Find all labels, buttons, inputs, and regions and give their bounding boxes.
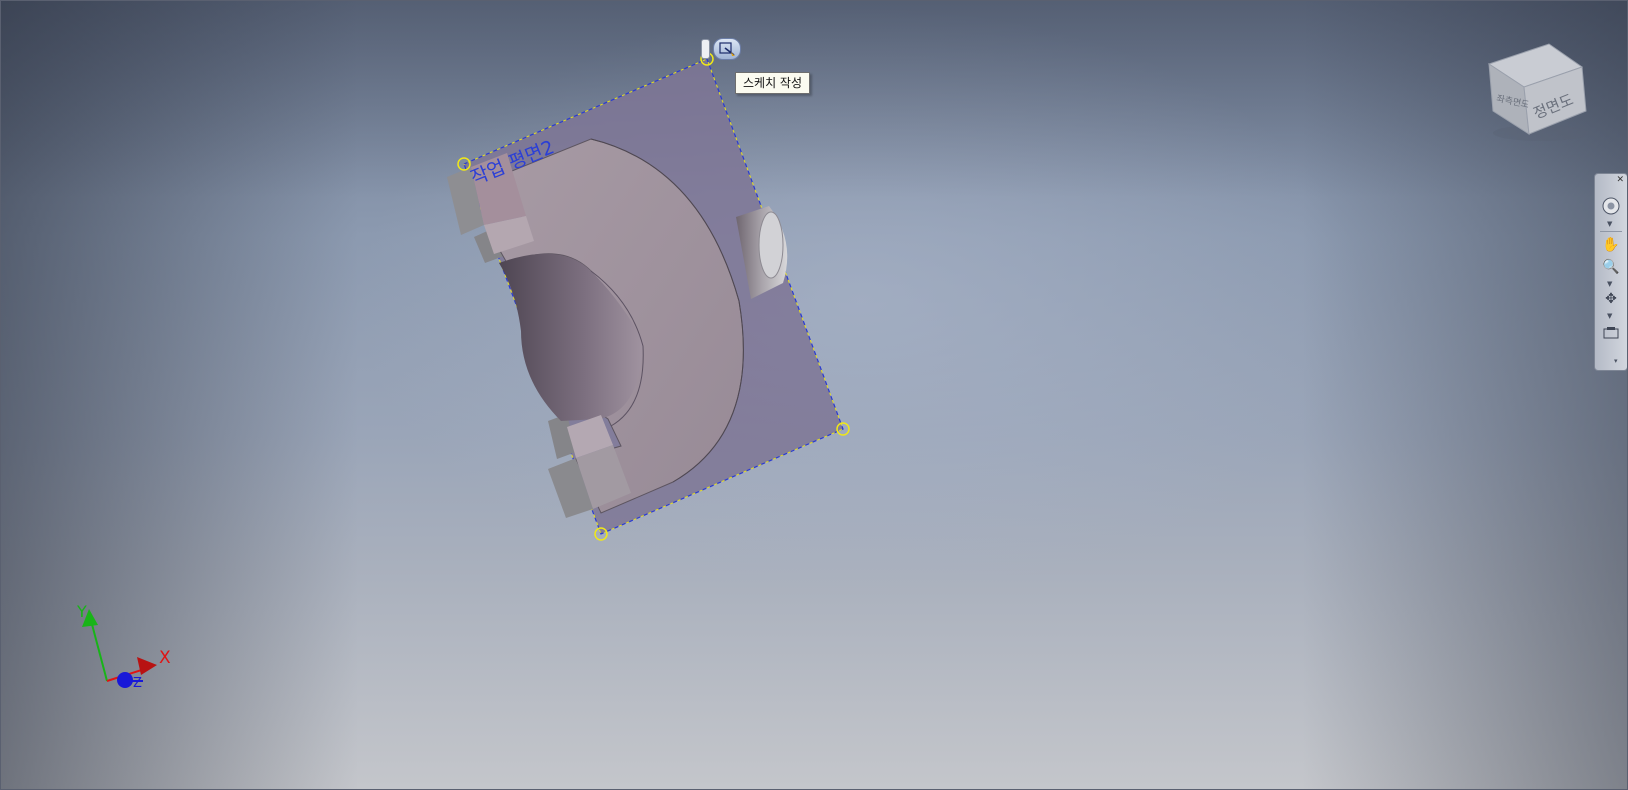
orbit-icon[interactable]: ✥	[1600, 289, 1622, 309]
navigation-bar: ✕ ▼ ✋ 🔍 ▼ ✥ ▼ ▾	[1594, 173, 1627, 371]
viewcube[interactable]: 정면도 좌측면도	[1479, 39, 1594, 144]
x-axis-cone	[137, 657, 157, 675]
mini-toolbar-grip[interactable]	[701, 39, 710, 59]
create-sketch-icon	[719, 42, 735, 56]
create-sketch-button[interactable]	[713, 38, 741, 60]
look-at-icon[interactable]	[1600, 323, 1622, 343]
cylinder-boss-end	[758, 211, 784, 279]
x-axis-label: X	[159, 648, 171, 668]
navbar-close-icon[interactable]: ✕	[1616, 175, 1624, 185]
full-navigation-wheel-icon[interactable]	[1600, 196, 1622, 216]
pan-icon[interactable]: ✋	[1600, 235, 1622, 255]
sketch-tooltip: 스케치 작성	[735, 72, 811, 94]
zoom-dropdown-icon[interactable]: ▼	[1607, 280, 1612, 288]
model-scene[interactable]: 작업 평면2	[1, 1, 1628, 790]
graphics-viewport[interactable]: 작업 평면2 스케치 작성 정면도 좌측면도 ✕ ▼ ✋ 🔍 ▼ ✥ ▼ ▾ Y…	[0, 0, 1628, 790]
orbit-dropdown-icon[interactable]: ▼	[1607, 312, 1612, 320]
y-axis-label: Y	[76, 603, 87, 621]
coordinate-triad: Y X Z	[76, 603, 171, 691]
zoom-icon[interactable]: 🔍	[1600, 257, 1622, 277]
navbar-customize-icon[interactable]: ▾	[1614, 357, 1618, 365]
wheel-dropdown-icon[interactable]: ▼	[1607, 220, 1612, 228]
z-axis-label: Z	[133, 676, 142, 691]
